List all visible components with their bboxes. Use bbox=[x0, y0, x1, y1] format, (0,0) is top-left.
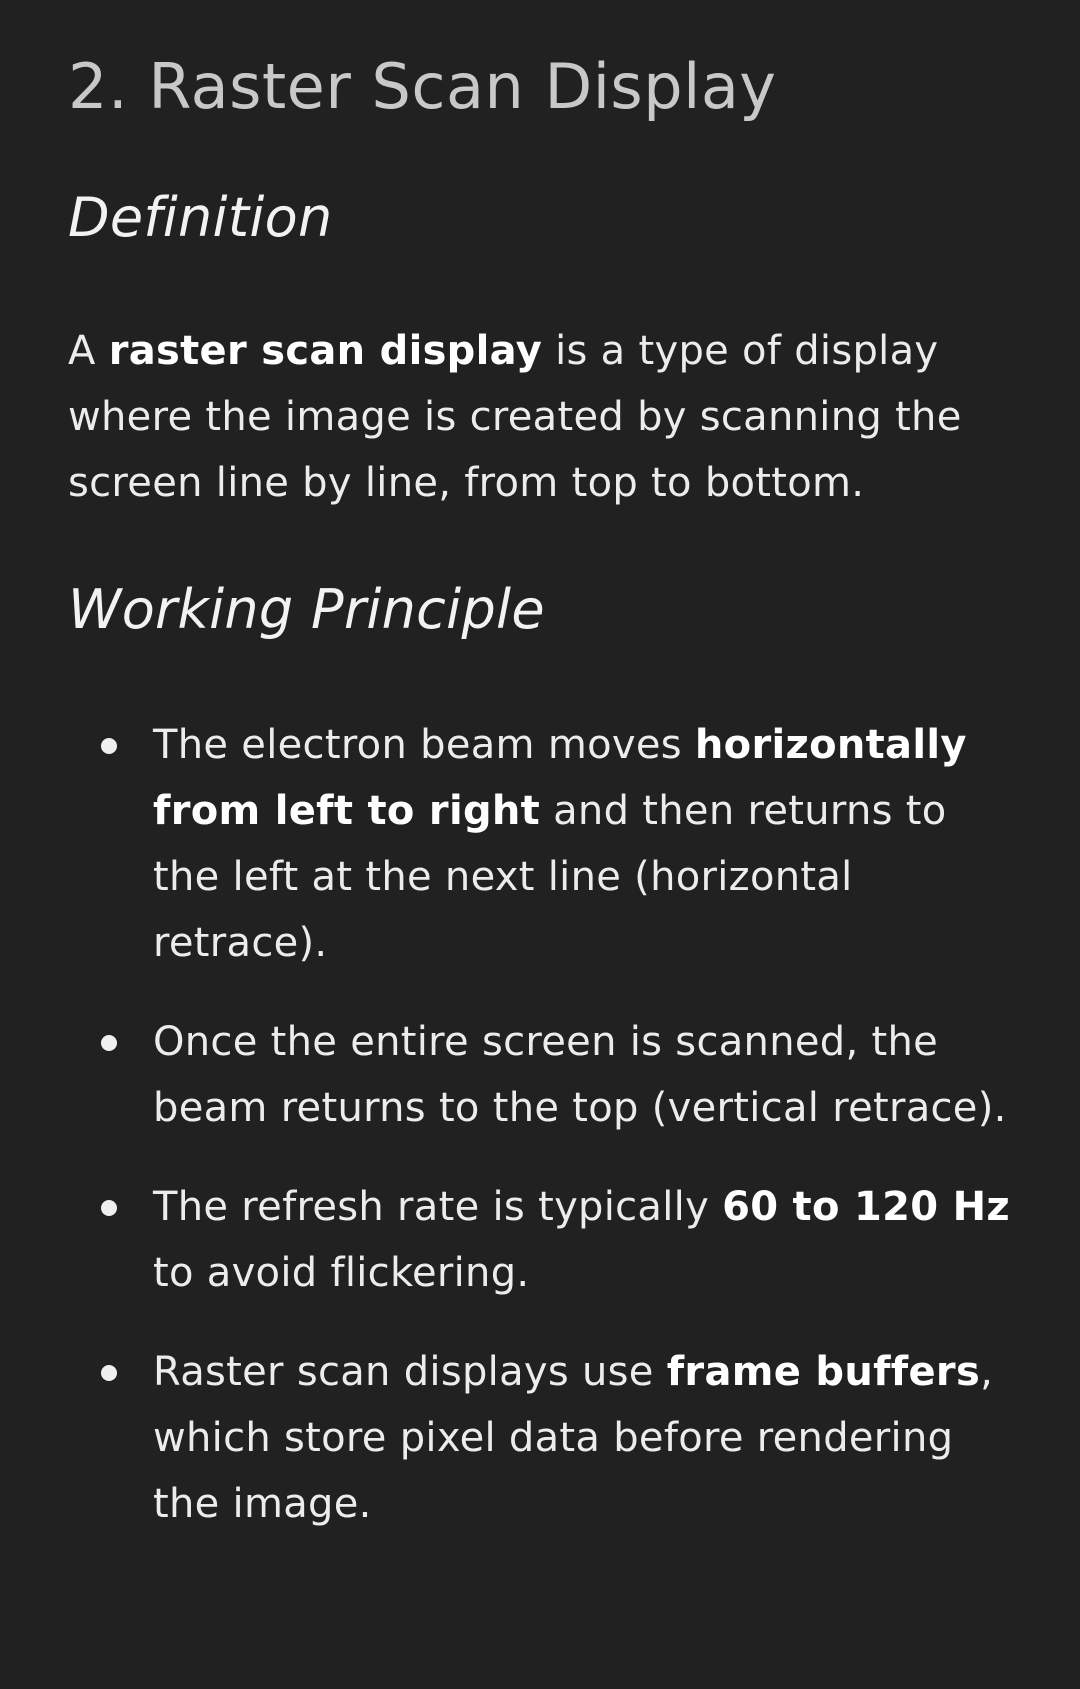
bullet-icon bbox=[101, 738, 117, 754]
bullet-bold: 60 to 120 Hz bbox=[722, 1184, 1010, 1230]
working-principle-list: The electron beam moves horizontally fro… bbox=[68, 712, 1012, 1537]
bullet-bold: frame buffers bbox=[666, 1349, 981, 1395]
definition-heading: Definition bbox=[68, 186, 333, 249]
bullet-text-before: The refresh rate is typically bbox=[153, 1184, 723, 1230]
list-item: Once the entire screen is scanned, the b… bbox=[68, 1009, 1012, 1141]
bullet-text: Once the entire screen is scanned, the b… bbox=[153, 1019, 1007, 1131]
list-item: Raster scan displays use frame buffers, … bbox=[68, 1339, 1012, 1537]
bullet-icon bbox=[101, 1200, 117, 1216]
bullet-text-after: to avoid flickering. bbox=[153, 1250, 530, 1296]
bullet-icon bbox=[101, 1035, 117, 1051]
list-item: The electron beam moves horizontally fro… bbox=[68, 712, 1012, 976]
section-title: 2. Raster Scan Display bbox=[68, 50, 777, 123]
bullet-text: Raster scan displays use frame buffers, … bbox=[153, 1349, 993, 1527]
bullet-text: The electron beam moves horizontally fro… bbox=[153, 722, 967, 966]
bullet-text-before: The electron beam moves bbox=[153, 722, 695, 768]
working-principle-heading: Working Principle bbox=[68, 578, 545, 641]
bullet-text-before: Raster scan displays use bbox=[153, 1349, 667, 1395]
bullet-icon bbox=[101, 1365, 117, 1381]
bullet-text: The refresh rate is typically 60 to 120 … bbox=[153, 1184, 1010, 1296]
bullet-text-before: Once the entire screen is scanned, the b… bbox=[153, 1019, 1007, 1131]
definition-text-before: A bbox=[68, 328, 109, 374]
list-item: The refresh rate is typically 60 to 120 … bbox=[68, 1174, 1012, 1306]
definition-paragraph: A raster scan display is a type of displ… bbox=[68, 318, 1012, 516]
definition-bold-term: raster scan display bbox=[108, 328, 543, 374]
